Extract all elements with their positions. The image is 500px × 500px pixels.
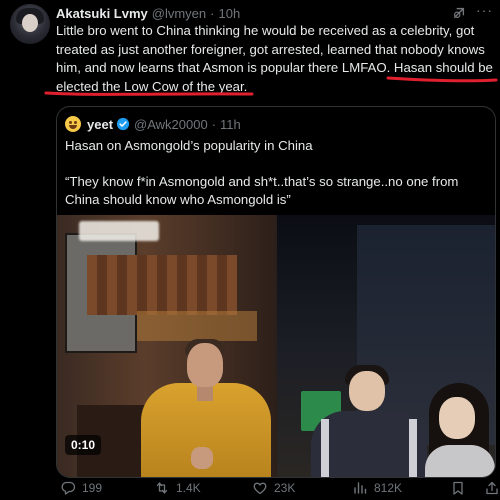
tweet-text-line: Little bro went to China thinking he wou… — [56, 23, 475, 38]
separator-dot: · — [211, 116, 217, 132]
reply-count: 199 — [82, 481, 103, 495]
more-icon[interactable]: ··· — [476, 2, 493, 18]
quoted-tweet-header: yeet @Awk20000 · 11h — [65, 115, 241, 133]
repost-button[interactable]: 1.4K — [154, 478, 201, 498]
repost-count: 1.4K — [176, 481, 201, 495]
views-chart-icon — [354, 482, 367, 494]
reply-button[interactable]: 199 — [60, 478, 102, 498]
tweet-timestamp[interactable]: 10h — [218, 6, 240, 21]
share-button[interactable] — [484, 478, 500, 498]
tweet-header: Akatsuki Lvmy @lvmyen · 10h — [56, 4, 240, 22]
heart-icon — [253, 482, 267, 495]
bookmark-icon — [453, 481, 463, 495]
author-name[interactable]: Akatsuki Lvmy — [56, 6, 148, 21]
tweet-text-line: treated as just another foreigner, got a… — [56, 41, 485, 57]
person-tracksuit — [311, 365, 427, 477]
person-long-hair — [421, 383, 495, 477]
video-player[interactable]: 0:10 — [57, 215, 495, 477]
quoted-timestamp[interactable]: 11h — [220, 117, 241, 132]
separator-dot: · — [210, 5, 215, 21]
quoted-author-handle[interactable]: @Awk20000 — [134, 117, 208, 132]
view-count: 812K — [374, 481, 403, 495]
like-count: 23K — [274, 481, 296, 495]
quoted-tweet-text: Hasan on Asmongold’s popularity in China… — [65, 137, 485, 209]
tweet-text: Little bro went to China thinking he wou… — [56, 22, 496, 96]
quoted-tweet[interactable]: yeet @Awk20000 · 11h Hasan on Asmongold’… — [56, 106, 496, 478]
share-icon — [486, 481, 498, 495]
quoted-author-name[interactable]: yeet — [87, 117, 113, 132]
author-handle[interactable]: @lvmyen — [152, 6, 206, 21]
person-yellow-jacket — [135, 337, 275, 477]
grok-icon[interactable] — [452, 6, 466, 20]
tweet-text-line: him, and now learns that Asmon is popula… — [56, 60, 493, 75]
tweet-text-line: elected the Low Cow of the year. — [56, 78, 248, 94]
laughing-emoji-avatar[interactable] — [65, 116, 81, 132]
repost-icon — [156, 482, 168, 494]
tweet-actions-bar: 199 1.4K 23K 812K — [56, 478, 500, 500]
quoted-text-paragraph: Hasan on Asmongold’s popularity in China — [65, 138, 313, 153]
like-button[interactable]: 23K — [252, 478, 295, 498]
views-button[interactable]: 812K — [352, 478, 402, 498]
video-duration-badge: 0:10 — [65, 435, 102, 455]
author-avatar[interactable] — [10, 4, 50, 44]
reply-icon — [61, 481, 76, 495]
verified-badge-icon — [116, 117, 130, 131]
quoted-text-paragraph: “They know f*in Asmongold and sh*t..that… — [65, 174, 459, 207]
bookmark-button[interactable] — [450, 478, 472, 498]
tweet-card: Akatsuki Lvmy @lvmyen · 10h ··· Little b… — [0, 0, 500, 500]
